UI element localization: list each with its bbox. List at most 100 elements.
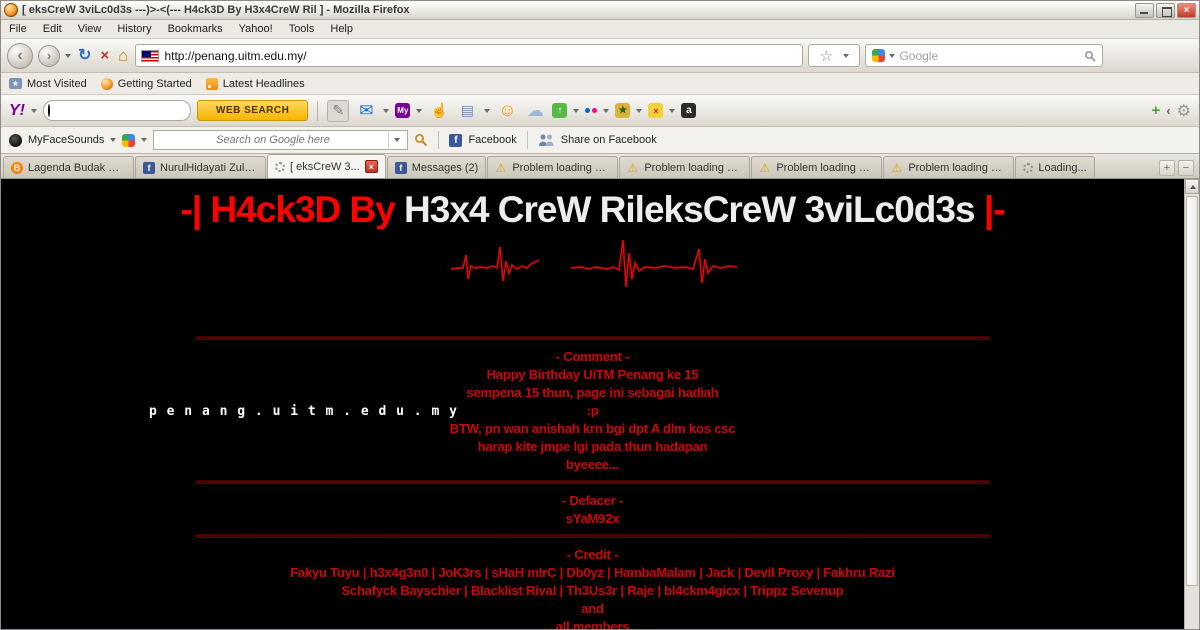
yahoo-dropdown-icon[interactable] [31, 108, 37, 113]
notebook-icon[interactable]: ▤ [456, 100, 478, 122]
envelope-mail-icon[interactable]: ✉ [355, 100, 377, 122]
pencil-icon[interactable]: ✎ [327, 99, 350, 122]
comment-line: Happy Birthday UiTM Penang ke 15 [486, 367, 699, 382]
menu-help[interactable]: Help [322, 21, 361, 37]
yahoo-search-box[interactable] [43, 100, 196, 121]
gear-icon[interactable]: ⚙ [1177, 101, 1191, 121]
bookmark-getting-started[interactable]: Getting Started [100, 77, 192, 90]
bookmark-star-icon[interactable]: ☆ [820, 47, 833, 65]
tab-problem-loading-1[interactable]: ⚠ Problem loading page [487, 156, 619, 178]
tab-messages[interactable]: f Messages (2) [386, 156, 487, 178]
menu-tools[interactable]: Tools [281, 21, 323, 37]
minimize-button[interactable] [1135, 2, 1154, 18]
back-button[interactable]: ‹ [7, 42, 33, 69]
comment-line: harap kite jmpe lgi pada thun hadapan [477, 439, 708, 454]
menu-history[interactable]: History [109, 21, 159, 37]
defacer-title: - Defacer - [561, 493, 624, 508]
home-button[interactable]: ⌂ [116, 47, 130, 64]
notebook-dropdown-icon[interactable] [484, 108, 491, 113]
search-engine-dropdown-icon[interactable] [889, 53, 896, 58]
history-dropdown-icon[interactable] [65, 53, 71, 58]
green-up-arrow-icon[interactable]: ↑ [552, 103, 568, 118]
yahoo-search-input[interactable] [54, 104, 196, 117]
scrollbar-thumb[interactable] [1186, 196, 1198, 586]
close-button[interactable]: × [1177, 2, 1196, 18]
search-history-dropdown-icon[interactable] [393, 138, 400, 142]
scroll-up-arrow[interactable] [1185, 179, 1199, 194]
google-dropdown-icon[interactable] [141, 138, 148, 142]
credit-line: Schafyck Bayschier | Blacklist Rival | T… [341, 583, 844, 598]
new-tab-button[interactable]: + [1159, 160, 1175, 176]
divider-line: ========================================… [195, 477, 990, 488]
myfacesounds-dropdown-icon[interactable] [110, 138, 117, 142]
web-search-button[interactable]: WEB SEARCH [197, 100, 309, 121]
facebook-label[interactable]: Facebook [468, 134, 516, 146]
bookmark-most-visited[interactable]: ★ Most Visited [9, 78, 87, 90]
search-magnifier-icon[interactable] [1084, 50, 1097, 62]
tab-loading[interactable]: Loading... [1015, 156, 1095, 178]
search-input[interactable] [899, 48, 1081, 63]
bookmark-label: Latest Headlines [222, 77, 305, 90]
menu-yahoo[interactable]: Yahoo! [231, 21, 281, 37]
stop-button[interactable]: × [98, 48, 111, 63]
menu-view[interactable]: View [70, 21, 110, 37]
yellow-badge-icon[interactable]: × [648, 103, 664, 118]
two-people-icon[interactable] [538, 133, 555, 147]
comment-title: - Comment - [555, 349, 630, 364]
toolbar-separator [317, 100, 319, 121]
myfacesounds-label[interactable]: MyFaceSounds [28, 134, 104, 146]
my-yahoo-dropdown-icon[interactable] [416, 108, 423, 113]
tab-problem-loading-2[interactable]: ⚠ Problem loading page [619, 156, 751, 178]
tab-ekscrew-active[interactable]: [ eksCreW 3... × [267, 154, 386, 178]
green-dropdown-icon[interactable] [573, 108, 580, 113]
smiley-messenger-icon[interactable]: ☺ [496, 100, 518, 122]
cloud-icon[interactable]: ☁ [524, 100, 546, 122]
forward-button[interactable]: › [38, 44, 60, 67]
google-search-input[interactable] [157, 134, 389, 146]
hand-icon[interactable]: ☝ [428, 100, 450, 122]
url-input[interactable] [164, 48, 798, 63]
tab-label: Problem loading page [908, 161, 1007, 174]
flickr-dots-icon[interactable] [585, 108, 598, 113]
list-all-tabs-button[interactable]: − [1178, 160, 1194, 176]
google-logo-icon[interactable] [122, 133, 136, 147]
my-yahoo-icon[interactable]: My [395, 103, 411, 118]
google-toolbar: MyFaceSounds f Facebook Share on Faceboo… [1, 127, 1199, 154]
facebook-icon[interactable]: f [449, 133, 463, 147]
vertical-scrollbar[interactable] [1184, 179, 1199, 629]
address-bar[interactable] [135, 44, 804, 67]
bookmark-dropdown-icon[interactable] [843, 53, 850, 58]
refresh-button[interactable]: ↻ [76, 47, 93, 64]
folder-dropdown-icon[interactable] [636, 108, 643, 113]
bookmarks-toolbar: ★ Most Visited Getting Started Latest He… [1, 73, 1199, 95]
tab-problem-loading-4[interactable]: ⚠ Problem loading page [883, 156, 1015, 178]
plus-icon[interactable]: + [1152, 102, 1161, 119]
tab-problem-loading-3[interactable]: ⚠ Problem loading page [751, 156, 883, 178]
browser-window: [ eksCreW 3viLc0d3s ---)>-<(--- H4ck3D B… [0, 0, 1200, 630]
amazon-icon[interactable]: a [681, 103, 697, 118]
warning-icon: ⚠ [627, 160, 639, 175]
tab-nurulhidayati[interactable]: f NurulHidayati Zulka... [135, 156, 266, 178]
google-search-box[interactable] [153, 130, 409, 150]
menu-bookmarks[interactable]: Bookmarks [160, 21, 231, 37]
folder-feather-icon[interactable]: ★ [615, 103, 631, 118]
tab-close-icon[interactable]: × [364, 160, 378, 173]
tab-bar: B Lagenda Budak Hitam f NurulHidayati Zu… [1, 154, 1199, 179]
tab-lagenda-budak-hitam[interactable]: B Lagenda Budak Hitam [3, 156, 134, 178]
search-bar[interactable] [865, 44, 1104, 67]
mail-dropdown-icon[interactable] [383, 108, 390, 113]
comment-line: byeeee... [565, 457, 620, 472]
flickr-dropdown-icon[interactable] [603, 108, 610, 113]
tab-label: [ eksCreW 3... [290, 160, 360, 173]
yellow-badge-dropdown-icon[interactable] [669, 108, 676, 113]
tab-label: Problem loading page [512, 161, 611, 174]
menu-file[interactable]: File [1, 21, 35, 37]
chevron-left-icon[interactable]: ‹ [1166, 103, 1170, 118]
bookmark-star-box[interactable]: ☆ [808, 44, 861, 67]
restore-button[interactable] [1156, 2, 1175, 18]
bookmark-latest-headlines[interactable]: Latest Headlines [205, 77, 305, 90]
orange-magnifier-icon[interactable] [414, 133, 428, 147]
menu-edit[interactable]: Edit [35, 21, 70, 37]
share-on-facebook-label[interactable]: Share on Facebook [561, 134, 657, 146]
yahoo-logo-icon[interactable]: Y! [9, 102, 25, 120]
